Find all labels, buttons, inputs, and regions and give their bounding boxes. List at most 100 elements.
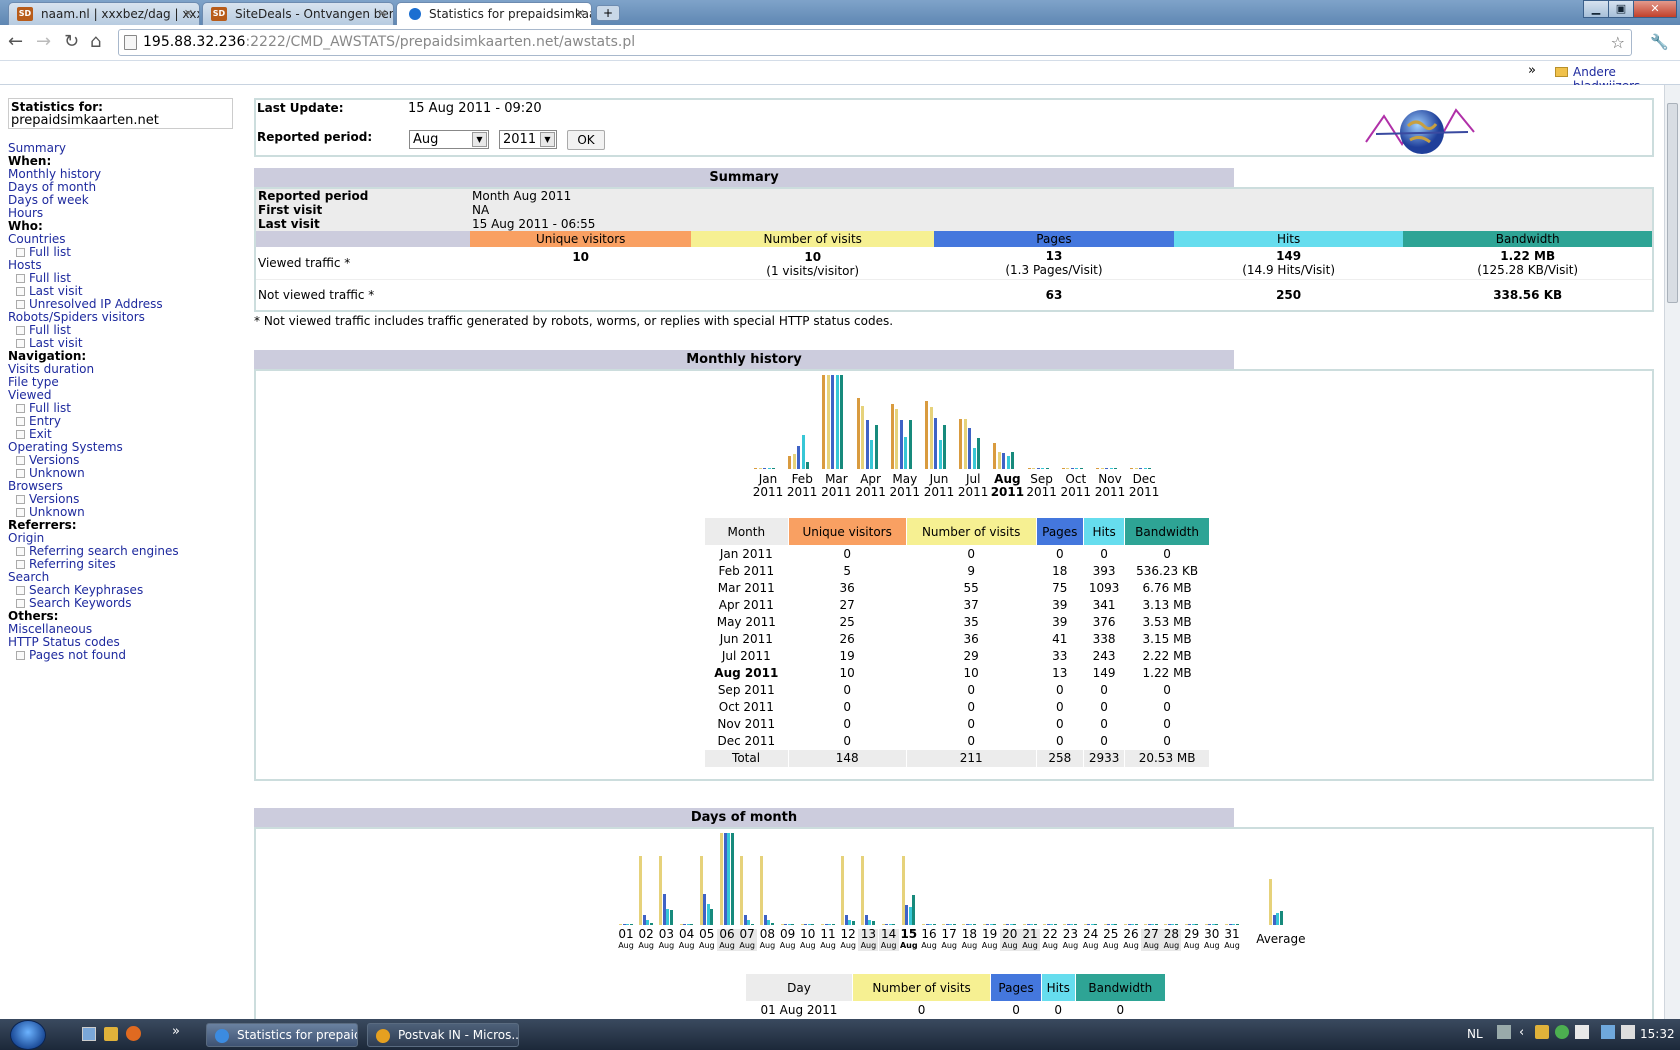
month-tick-label: Aug xyxy=(638,941,654,950)
menu-link[interactable]: Days of week xyxy=(8,193,89,207)
forward-icon[interactable]: → xyxy=(36,32,51,52)
menu-link[interactable]: Referring search engines xyxy=(29,544,179,558)
vertical-scrollbar[interactable] xyxy=(1664,85,1680,1019)
month-tick-label: Aug xyxy=(759,941,776,950)
menu-link[interactable]: Hosts xyxy=(8,258,42,272)
menu-link[interactable]: Search xyxy=(8,570,49,584)
menu-link[interactable]: Origin xyxy=(8,531,44,545)
menu-link[interactable]: Exit xyxy=(29,427,52,441)
menu-link[interactable]: Miscellaneous xyxy=(8,622,92,636)
menu-link[interactable]: Browsers xyxy=(8,479,63,493)
menu-link[interactable]: Summary xyxy=(8,141,66,155)
close-window-button[interactable]: ✕ xyxy=(1633,0,1677,18)
menu-link[interactable]: Hours xyxy=(8,206,43,220)
menu-link[interactable]: Last visit xyxy=(29,284,83,298)
menu-link[interactable]: Viewed xyxy=(8,388,51,402)
language-indicator[interactable]: NL xyxy=(1467,1027,1483,1041)
tab-statistics[interactable]: Statistics for prepaidsimkaa ✕ xyxy=(396,2,592,25)
tab-naam[interactable]: SD naam.nl | xxxbez/dag | xxx€ ✕ xyxy=(8,2,200,25)
day-tick-label: 27 xyxy=(1143,927,1159,941)
tray-status-icon[interactable] xyxy=(1555,1025,1569,1039)
reload-icon[interactable]: ↻ xyxy=(64,32,79,52)
month-tick-label: Aug xyxy=(779,941,796,950)
page-icon xyxy=(124,35,137,50)
outlook-icon[interactable] xyxy=(104,1027,118,1041)
bar-unique-visitors xyxy=(1096,468,1099,469)
sitedeals-icon: SD xyxy=(211,7,227,21)
new-tab-button[interactable]: + xyxy=(596,5,620,21)
menu-link[interactable]: Robots/Spiders visitors xyxy=(8,310,145,324)
back-icon[interactable]: ← xyxy=(8,32,23,52)
close-icon[interactable]: ✕ xyxy=(378,7,387,20)
menu-link[interactable]: Versions xyxy=(29,453,79,467)
menu-subitem[interactable]: Full list xyxy=(8,246,233,259)
tab-sitedeals[interactable]: SD SiteDeals - Ontvangen beric ✕ xyxy=(202,2,394,25)
menu-link[interactable]: Unknown xyxy=(29,505,85,519)
month-tick-label: Aug xyxy=(1123,941,1139,950)
tree-node-icon xyxy=(16,287,25,296)
menu-link[interactable]: Unknown xyxy=(29,466,85,480)
menu-link[interactable]: Unresolved IP Address xyxy=(29,297,163,311)
menu-link[interactable]: Search Keyphrases xyxy=(29,583,143,597)
menu-link[interactable]: Last visit xyxy=(29,336,83,350)
menu-link[interactable]: Operating Systems xyxy=(8,440,123,454)
ok-button[interactable]: OK xyxy=(567,130,605,150)
month-select[interactable]: Aug ▼ xyxy=(409,130,489,149)
year-tick-label: 2011 xyxy=(1026,485,1057,499)
menu-link[interactable]: Full list xyxy=(29,245,71,259)
menu-link[interactable]: Entry xyxy=(29,414,61,428)
minimize-button[interactable]: ▁ xyxy=(1583,0,1609,18)
table-row: 01 Aug 2011 0 0 0 0 xyxy=(760,1003,1125,1018)
tree-node-icon xyxy=(16,651,25,660)
menu-link[interactable]: HTTP Status codes xyxy=(8,635,120,649)
menu-link[interactable]: File type xyxy=(8,375,59,389)
quicklaunch-more-icon[interactable]: » xyxy=(172,1024,180,1039)
bar-bandwidth xyxy=(669,910,673,925)
show-desktop-icon[interactable] xyxy=(82,1027,96,1041)
menu-link[interactable]: Referring sites xyxy=(29,557,116,571)
tree-node-icon xyxy=(16,456,25,465)
bar-number-of-visits xyxy=(1134,468,1138,469)
menu-link[interactable]: Pages not found xyxy=(29,648,126,662)
month-tick-label: Aug xyxy=(880,941,897,950)
bookmarks-more[interactable]: » xyxy=(1528,63,1536,78)
menu-subitem[interactable]: Pages not found xyxy=(8,649,233,662)
close-icon[interactable]: ✕ xyxy=(184,7,193,20)
bar-number-of-visits xyxy=(1032,468,1036,469)
taskbar-item-outlook[interactable]: Postvak IN - Micros... xyxy=(367,1023,519,1047)
maximize-button[interactable]: ▣ xyxy=(1608,0,1634,18)
menu-link[interactable]: Search Keywords xyxy=(29,596,132,610)
menu-link[interactable]: Countries xyxy=(8,232,66,246)
day-axis-label: 12 Aug xyxy=(838,928,858,951)
menu-link[interactable]: Visits duration xyxy=(8,362,94,376)
menu-link[interactable]: Full list xyxy=(29,401,71,415)
start-button-icon[interactable] xyxy=(10,1020,46,1050)
tray-network-icon[interactable] xyxy=(1601,1025,1615,1039)
star-icon[interactable]: ☆ xyxy=(1611,30,1625,55)
menu-link[interactable]: Full list xyxy=(29,271,71,285)
table-row: May 2011 25 35 39 376 3.53 MB xyxy=(716,615,1192,629)
menu-link[interactable]: Monthly history xyxy=(8,167,101,181)
home-icon[interactable]: ⌂ xyxy=(90,32,101,52)
month-tick-label: Aug xyxy=(1042,941,1058,950)
address-bar[interactable]: 195.88.32.236:2222/CMD_AWSTATS/prepaidsi… xyxy=(118,29,1632,56)
folder-icon xyxy=(1555,67,1568,77)
wrench-icon[interactable]: 🔧 xyxy=(1650,32,1669,52)
table-row: Feb 2011 5 9 18 393 536.23 KB xyxy=(718,564,1199,578)
close-icon[interactable]: ✕ xyxy=(576,7,585,20)
menu-link[interactable]: Days of month xyxy=(8,180,96,194)
tray-keyboard-icon[interactable] xyxy=(1497,1025,1511,1039)
tray-volume-icon[interactable] xyxy=(1621,1025,1635,1039)
bar-hits xyxy=(870,440,874,469)
clock[interactable]: 15:32 xyxy=(1640,1027,1675,1041)
taskbar-item-chrome[interactable]: Statistics for prepaid... xyxy=(206,1023,358,1047)
day-tick-label: 11 xyxy=(820,927,836,941)
tray-mail-icon[interactable] xyxy=(1575,1025,1589,1039)
year-select[interactable]: 2011 ▼ xyxy=(499,130,557,149)
scrollbar-thumb[interactable] xyxy=(1667,103,1678,303)
tray-expand-icon[interactable]: ‹ xyxy=(1519,1025,1524,1040)
menu-link[interactable]: Versions xyxy=(29,492,79,506)
tray-outlook-icon[interactable] xyxy=(1535,1025,1549,1039)
menu-link[interactable]: Full list xyxy=(29,323,71,337)
firefox-icon[interactable] xyxy=(126,1026,141,1041)
